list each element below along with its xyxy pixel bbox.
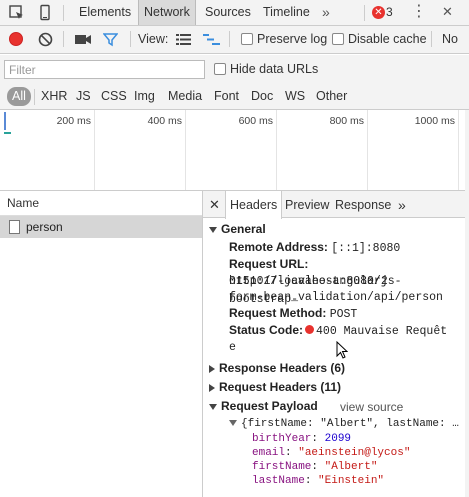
tab-network[interactable]: Network bbox=[138, 0, 196, 25]
request-list: Name person bbox=[0, 191, 203, 497]
expanded-triangle-icon bbox=[229, 420, 237, 427]
type-filter-ws[interactable]: WS bbox=[281, 87, 309, 106]
file-icon bbox=[9, 220, 20, 234]
close-devtools-icon[interactable]: ✕ bbox=[442, 0, 453, 25]
expanded-triangle-icon bbox=[209, 403, 217, 410]
tab-response[interactable]: Response bbox=[331, 191, 395, 218]
disable-cache-checkbox[interactable] bbox=[332, 33, 344, 45]
tab-preview[interactable]: Preview bbox=[281, 191, 333, 218]
remote-address-row: Remote Address: [::1]:8080 bbox=[229, 240, 401, 255]
status-code-continued: e bbox=[229, 341, 236, 354]
timeline-overview[interactable]: 200 ms 400 ms 600 ms 800 ms 1000 ms bbox=[0, 110, 469, 191]
type-filter-all[interactable]: All bbox=[7, 87, 31, 106]
request-headers-section-header[interactable]: Request Headers (11) bbox=[209, 380, 341, 394]
request-method-row: Request Method: POST bbox=[229, 306, 358, 321]
type-filter-xhr[interactable]: XHR bbox=[37, 87, 71, 106]
name-column-header[interactable]: Name bbox=[0, 191, 202, 216]
devtools-tab-bar: Elements Network Sources Timeline » ✕ 3 … bbox=[0, 0, 469, 26]
capture-screenshots-icon[interactable] bbox=[75, 33, 91, 49]
request-payload-section-header[interactable]: Request Payload bbox=[209, 399, 318, 413]
status-code-row: Status Code: 400 Mauvaise Requêt bbox=[229, 323, 448, 338]
customize-menu-icon[interactable]: ⋮ bbox=[411, 0, 427, 25]
response-headers-section-header[interactable]: Response Headers (6) bbox=[209, 361, 345, 375]
overview-label-1000: 1000 ms bbox=[414, 115, 455, 127]
request-name[interactable]: person bbox=[26, 216, 63, 238]
throttling-select[interactable]: No bbox=[442, 26, 458, 53]
mouse-cursor-icon bbox=[336, 340, 349, 362]
detail-tabs: ✕ Headers Preview Response » bbox=[203, 191, 469, 219]
tab-sources[interactable]: Sources bbox=[200, 0, 256, 25]
scrollbar[interactable] bbox=[465, 110, 469, 497]
payload-field-birthyear: birthYear: 2099 bbox=[252, 433, 352, 445]
request-detail-pane: ✕ Headers Preview Response » General Rem… bbox=[203, 191, 469, 497]
inspect-element-icon[interactable] bbox=[8, 4, 26, 22]
error-count[interactable]: 3 bbox=[386, 0, 393, 25]
resource-type-filters: All XHR JS CSS Img Media Font Doc WS Oth… bbox=[0, 83, 469, 110]
error-icon[interactable]: ✕ bbox=[372, 6, 385, 19]
overview-label-200: 200 ms bbox=[56, 115, 91, 127]
collapsed-triangle-icon bbox=[209, 383, 215, 392]
expanded-triangle-icon bbox=[209, 226, 217, 233]
overview-waterfall-icon[interactable] bbox=[203, 33, 220, 49]
type-filter-js[interactable]: JS bbox=[72, 87, 95, 106]
payload-field-lastname: lastName: "Einstein" bbox=[252, 475, 385, 487]
tab-timeline[interactable]: Timeline bbox=[258, 0, 315, 25]
tab-elements[interactable]: Elements bbox=[74, 0, 136, 25]
type-filter-css[interactable]: CSS bbox=[97, 87, 131, 106]
collapsed-triangle-icon bbox=[209, 364, 215, 373]
type-filter-doc[interactable]: Doc bbox=[247, 87, 277, 106]
type-filter-media[interactable]: Media bbox=[164, 87, 206, 106]
filter-bar: Hide data URLs bbox=[0, 55, 469, 83]
tab-headers[interactable]: Headers bbox=[225, 191, 283, 219]
close-detail-icon[interactable]: ✕ bbox=[209, 191, 220, 218]
remote-address-value: [::1]:8080 bbox=[331, 242, 401, 255]
overview-label-400: 400 ms bbox=[147, 115, 182, 127]
hide-data-urls-label[interactable]: Hide data URLs bbox=[230, 55, 318, 83]
record-icon[interactable] bbox=[9, 32, 23, 46]
preserve-log-label[interactable]: Preserve log bbox=[257, 26, 327, 53]
filter-input[interactable] bbox=[4, 60, 205, 79]
clear-icon[interactable] bbox=[38, 32, 53, 50]
device-mode-icon[interactable] bbox=[36, 4, 54, 22]
more-tabs-button[interactable]: » bbox=[322, 0, 330, 25]
view-label: View: bbox=[138, 32, 169, 46]
hide-data-urls-checkbox[interactable] bbox=[214, 63, 226, 75]
request-method-value: POST bbox=[329, 308, 358, 321]
type-filter-font[interactable]: Font bbox=[210, 87, 243, 106]
preserve-log-checkbox[interactable] bbox=[241, 33, 253, 45]
payload-field-email: email: "aeinstein@lycos" bbox=[252, 447, 411, 459]
large-rows-icon[interactable] bbox=[176, 33, 191, 49]
status-code-value: 400 Mauvaise Requêt bbox=[316, 325, 448, 338]
request-url-continued-2: form-bean_validation/api/person bbox=[229, 291, 443, 304]
general-section-header[interactable]: General bbox=[209, 222, 266, 236]
payload-object-summary[interactable]: {firstName: "Albert", lastName: … bbox=[229, 417, 459, 431]
type-filter-other[interactable]: Other bbox=[312, 87, 351, 106]
overview-label-800: 800 ms bbox=[329, 115, 364, 127]
overview-label-600: 600 ms bbox=[238, 115, 273, 127]
more-detail-tabs-button[interactable]: » bbox=[394, 191, 410, 218]
payload-field-firstname: firstName: "Albert" bbox=[252, 461, 378, 473]
view-source-link[interactable]: view source bbox=[340, 400, 403, 414]
type-filter-img[interactable]: Img bbox=[130, 87, 159, 106]
request-row[interactable]: person bbox=[0, 216, 202, 238]
network-toolbar: View: Preserve log Disable cache No bbox=[0, 26, 469, 54]
status-error-icon bbox=[305, 325, 315, 335]
filter-icon[interactable] bbox=[102, 32, 119, 50]
disable-cache-label[interactable]: Disable cache bbox=[348, 26, 427, 53]
